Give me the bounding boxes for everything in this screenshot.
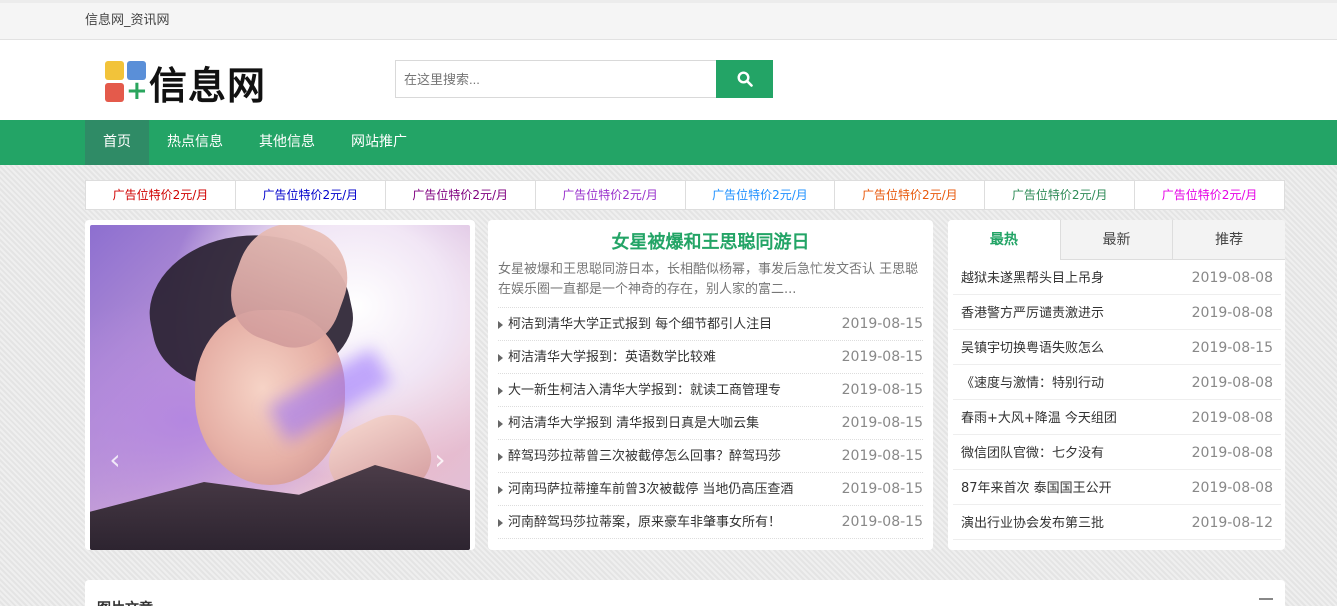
list-item: 微信团队官微：七夕没有 2019-08-08: [953, 435, 1281, 470]
search-input[interactable]: [395, 60, 716, 98]
image-slider: ‹ ›: [85, 220, 475, 550]
list-item: 越狱未遂黑帮头目上吊身 2019-08-08: [953, 260, 1281, 295]
hot-date: 2019-08-08: [1191, 270, 1273, 286]
news-date: 2019-08-15: [841, 382, 923, 398]
list-item: 河南醉驾玛莎拉蒂案，原来豪车非肇事女所有！ 2019-08-15: [498, 506, 923, 539]
hot-list: 越狱未遂黑帮头目上吊身 2019-08-08 香港警方严厉谴责激进示 2019-08…: [948, 260, 1285, 540]
slide-image[interactable]: [90, 225, 470, 550]
hot-link[interactable]: 微信团队官微：七夕没有: [961, 435, 1104, 469]
ad-link[interactable]: 广告位特价2元/月: [985, 181, 1136, 209]
news-date: 2019-08-15: [841, 415, 923, 431]
nav-item-promote[interactable]: 网站推广: [333, 120, 425, 165]
news-date: 2019-08-15: [841, 316, 923, 332]
hot-link[interactable]: 春雨+大风+降温 今天组团: [961, 400, 1117, 434]
news-link[interactable]: 醉驾玛莎拉蒂曾三次被截停怎么回事？醉驾玛莎: [498, 440, 781, 472]
ad-link[interactable]: 广告位特价2元/月: [686, 181, 836, 209]
news-link[interactable]: 柯洁清华大学报到 清华报到日真是大咖云集: [498, 407, 759, 439]
news-date: 2019-08-15: [841, 514, 923, 530]
news-date: 2019-08-15: [841, 349, 923, 365]
ad-link[interactable]: 广告位特价2元/月: [236, 181, 386, 209]
list-item: 柯洁清华大学报到 清华报到日真是大咖云集 2019-08-15: [498, 407, 923, 440]
site-title: 信息网_资讯网: [85, 13, 170, 28]
hot-date: 2019-08-15: [1191, 340, 1273, 356]
news-link[interactable]: 大一新生柯洁入清华大学报到：就读工商管理专: [498, 374, 781, 406]
menu-icon[interactable]: [1259, 598, 1273, 606]
news-date: 2019-08-15: [841, 481, 923, 497]
ad-link[interactable]: 广告位特价2元/月: [1135, 181, 1284, 209]
nav-item-home[interactable]: 首页: [85, 120, 149, 165]
hot-link[interactable]: 越狱未遂黑帮头目上吊身: [961, 260, 1104, 294]
ranking-panel: 最热 最新 推荐 越狱未遂黑帮头目上吊身 2019-08-08 香港警方严厉谴责激…: [948, 220, 1285, 550]
logo-mark-icon: +: [105, 61, 148, 104]
hot-date: 2019-08-08: [1191, 445, 1273, 461]
slider-next-icon[interactable]: ›: [430, 445, 450, 475]
hot-date: 2019-08-08: [1191, 410, 1273, 426]
search-icon: [736, 71, 753, 87]
hot-link[interactable]: 香港警方严厉谴责激进示: [961, 295, 1104, 329]
nav-item-hot[interactable]: 热点信息: [149, 120, 241, 165]
list-item: 河南玛萨拉蒂撞车前曾3次被截停 当地仍高压查酒 2019-08-15: [498, 473, 923, 506]
ad-link[interactable]: 广告位特价2元/月: [536, 181, 686, 209]
list-item: 大一新生柯洁入清华大学报到：就读工商管理专 2019-08-15: [498, 374, 923, 407]
section-title: 图片文章: [97, 598, 153, 606]
news-link[interactable]: 柯洁清华大学报到：英语数学比较难: [498, 341, 716, 373]
hot-date: 2019-08-12: [1191, 515, 1273, 531]
hot-date: 2019-08-08: [1191, 480, 1273, 496]
hot-link[interactable]: 吴镇宇切换粤语失败怎么: [961, 330, 1104, 364]
slider-prev-icon[interactable]: ‹: [105, 445, 125, 475]
list-item: 吴镇宇切换粤语失败怎么 2019-08-15: [953, 330, 1281, 365]
news-link[interactable]: 河南玛萨拉蒂撞车前曾3次被截停 当地仍高压查酒: [498, 473, 793, 505]
hot-link[interactable]: 演出行业协会发布第三批: [961, 505, 1104, 539]
list-item: 《速度与激情：特别行动 2019-08-08: [953, 365, 1281, 400]
ad-strip: 广告位特价2元/月 广告位特价2元/月 广告位特价2元/月 广告位特价2元/月 …: [85, 180, 1285, 210]
hot-date: 2019-08-08: [1191, 375, 1273, 391]
search-bar: [395, 60, 773, 98]
list-item: 醉驾玛莎拉蒂曾三次被截停怎么回事？醉驾玛莎 2019-08-15: [498, 440, 923, 473]
headline-title[interactable]: 女星被爆和王思聪同游日: [498, 220, 923, 260]
tab-latest[interactable]: 最新: [1059, 220, 1173, 260]
ad-link[interactable]: 广告位特价2元/月: [386, 181, 536, 209]
list-item: 演出行业协会发布第三批 2019-08-12: [953, 505, 1281, 540]
picture-articles-section: 图片文章: [85, 580, 1285, 606]
hot-link[interactable]: 87年来首次 泰国国王公开: [961, 470, 1112, 504]
list-item: 柯洁清华大学报到：英语数学比较难 2019-08-15: [498, 341, 923, 374]
list-item: 柯洁到清华大学正式报到 每个细节都引人注目 2019-08-15: [498, 308, 923, 341]
site-logo[interactable]: + 信息网: [105, 60, 266, 108]
hot-date: 2019-08-08: [1191, 305, 1273, 321]
ad-link[interactable]: 广告位特价2元/月: [86, 181, 236, 209]
nav-item-other[interactable]: 其他信息: [241, 120, 333, 165]
hot-link[interactable]: 《速度与激情：特别行动: [961, 365, 1104, 399]
list-item: 87年来首次 泰国国王公开 2019-08-08: [953, 470, 1281, 505]
headline-news: 女星被爆和王思聪同游日 女星被爆和王思聪同游日本，长相酷似杨幂，事发后急忙发文否…: [488, 220, 933, 550]
headline-summary: 女星被爆和王思聪同游日本，长相酷似杨幂，事发后急忙发文否认 王思聪在娱乐圈一直都…: [498, 260, 923, 308]
logo-text: 信息网: [149, 63, 267, 108]
ranking-tabs: 最热 最新 推荐: [948, 220, 1285, 260]
news-list: 柯洁到清华大学正式报到 每个细节都引人注目 2019-08-15 柯洁清华大学报到…: [498, 308, 923, 539]
news-link[interactable]: 河南醉驾玛莎拉蒂案，原来豪车非肇事女所有！: [498, 506, 781, 538]
top-bar: 信息网_资讯网: [0, 0, 1337, 40]
ad-link[interactable]: 广告位特价2元/月: [835, 181, 986, 209]
news-link[interactable]: 柯洁到清华大学正式报到 每个细节都引人注目: [498, 308, 772, 340]
list-item: 香港警方严厉谴责激进示 2019-08-08: [953, 295, 1281, 330]
tab-recommend[interactable]: 推荐: [1172, 220, 1285, 260]
search-button[interactable]: [716, 60, 773, 98]
tab-hot[interactable]: 最热: [948, 220, 1060, 260]
main-nav: 首页 热点信息 其他信息 网站推广: [0, 120, 1337, 165]
header: + 信息网: [0, 40, 1337, 120]
list-item: 春雨+大风+降温 今天组团 2019-08-08: [953, 400, 1281, 435]
news-date: 2019-08-15: [841, 448, 923, 464]
